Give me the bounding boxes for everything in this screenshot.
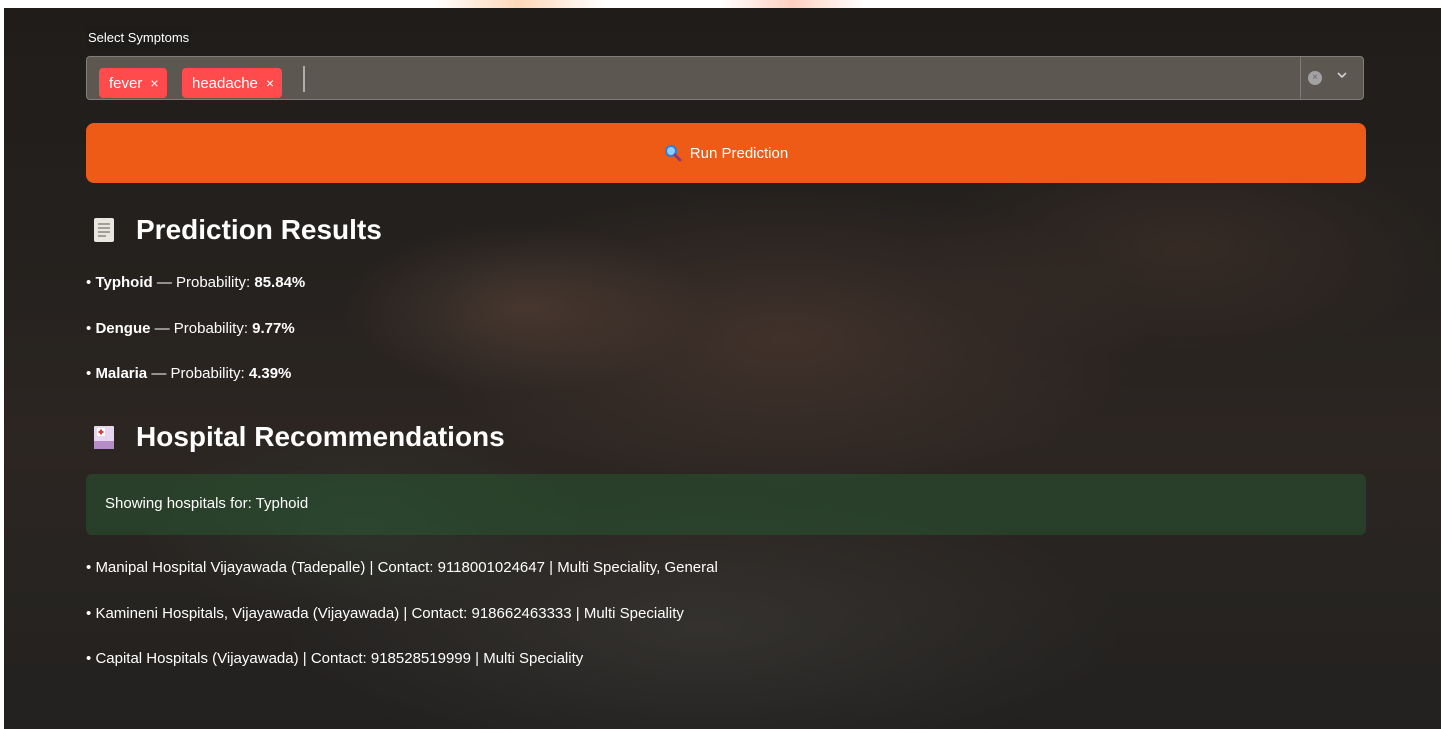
result-item: • Dengue — Probability: 9.77% (86, 320, 295, 337)
bullet: • (86, 274, 92, 291)
bullet: • (86, 320, 92, 337)
tag-fever[interactable]: fever × (99, 68, 167, 98)
bullet: • (86, 559, 92, 576)
bullet: • (86, 650, 92, 667)
tag-label: headache (192, 75, 258, 92)
chevron-down-icon[interactable] (1335, 68, 1349, 82)
hospital-recommendations-heading: Hospital Recommendations (92, 421, 505, 453)
tag-remove-icon[interactable]: × (266, 75, 274, 91)
run-prediction-label: Run Prediction (689, 144, 789, 162)
hospital-recommendations-title: Hospital Recommendations (136, 421, 505, 452)
text-cursor (303, 66, 305, 92)
tag-headache[interactable]: headache × (182, 68, 283, 98)
tag-label: fever (109, 75, 143, 92)
hospital-contact: 9118001024647 (437, 559, 545, 576)
clear-all-icon[interactable]: × (1308, 71, 1322, 85)
receipt-icon (94, 218, 114, 242)
hospital-name: Manipal Hospital Vijayawada (Tadepalle) (95, 559, 366, 576)
disease-name: Dengue (95, 320, 151, 337)
top-decor-strip (0, 0, 1441, 8)
hospital-item: • Kamineni Hospitals, Vijayawada (Vijaya… (86, 605, 684, 622)
hospital-type: Multi Speciality (483, 650, 584, 667)
result-item: • Malaria — Probability: 4.39% (86, 365, 291, 382)
contact-label: Contact: (377, 559, 434, 576)
hospital-item: • Manipal Hospital Vijayawada (Tadepalle… (86, 559, 718, 576)
disease-name: Malaria (95, 365, 148, 382)
hospital-contact: 918528519999 (370, 650, 471, 667)
bullet: • (86, 365, 92, 382)
info-text: Showing hospitals for: Typhoid (105, 495, 309, 512)
prediction-results-title: Prediction Results (136, 214, 382, 245)
probability-label: — Probability: (154, 320, 253, 337)
hospital-name: Capital Hospitals (Vijayawada) (95, 650, 299, 667)
symptoms-multiselect[interactable]: fever × headache × × (86, 56, 1364, 100)
select-symptoms-label: Select Symptoms (86, 27, 192, 49)
hospital-item: • Capital Hospitals (Vijayawada) | Conta… (86, 650, 584, 667)
probability-value: 4.39% (248, 365, 292, 382)
probability-label: — Probability: (151, 365, 249, 382)
probability-value: 9.77% (252, 320, 295, 337)
info-alert: Showing hospitals for: Typhoid (86, 474, 1366, 535)
hospital-type: Multi Speciality (583, 605, 684, 622)
hospital-name: Kamineni Hospitals, Vijayawada (Vijayawa… (95, 605, 400, 622)
hospital-icon (94, 426, 114, 449)
run-prediction-button[interactable]: Run Prediction (86, 123, 1366, 183)
contact-label: Contact: (411, 605, 468, 622)
probability-value: 85.84% (254, 274, 306, 291)
probability-label: — Probability: (156, 274, 255, 291)
bullet: • (86, 605, 92, 622)
disease-name: Typhoid (95, 274, 153, 291)
select-divider (1300, 57, 1301, 99)
prediction-results-heading: Prediction Results (92, 214, 382, 246)
hospital-type: Multi Speciality, General (557, 559, 718, 576)
tag-remove-icon[interactable]: × (150, 75, 158, 91)
magnifier-icon (664, 145, 682, 162)
contact-label: Contact: (310, 650, 367, 667)
result-item: • Typhoid — Probability: 85.84% (86, 274, 305, 291)
hospital-contact: 918662463333 (471, 605, 572, 622)
